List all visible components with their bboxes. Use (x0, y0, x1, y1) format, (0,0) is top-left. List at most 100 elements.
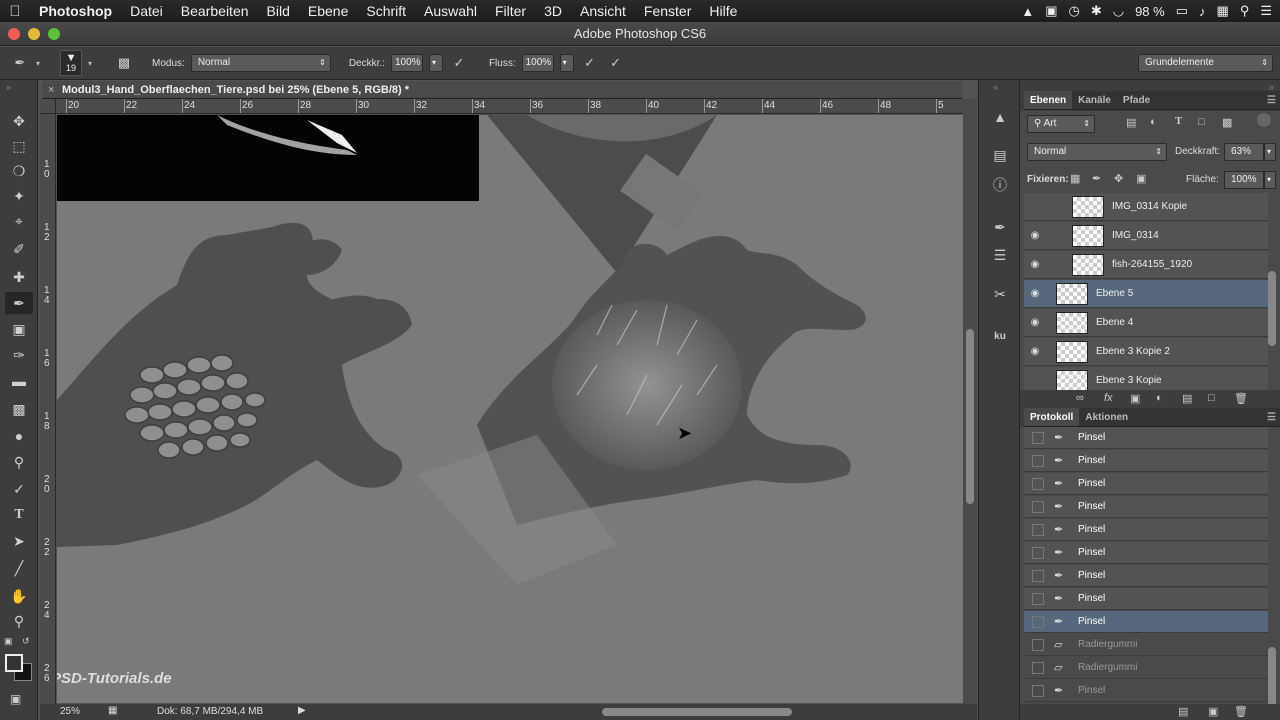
delete-layer-icon[interactable]: 🗑 (1234, 392, 1248, 405)
layer-thumbnail[interactable] (1056, 369, 1088, 392)
history-state[interactable]: ✒ Pinsel (1024, 565, 1268, 587)
quick-mask-icon[interactable]: ▣ (10, 692, 21, 706)
quick-selection-tool-icon[interactable]: ✦ (5, 185, 33, 207)
spotlight-search-icon[interactable]: ⚲ (1240, 3, 1250, 19)
snapshot-source-checkbox[interactable] (1032, 523, 1044, 536)
adobe-status-icon[interactable]: ▲ (1021, 4, 1034, 19)
filter-shape-icon[interactable]: □ (1198, 116, 1205, 128)
layer-name[interactable]: Ebene 4 (1096, 317, 1133, 328)
document-info-icon[interactable]: ▦ (108, 705, 117, 716)
notification-list-icon[interactable]: ☰ (1260, 3, 1272, 19)
layer-name[interactable]: Ebene 3 Kopie 2 (1096, 346, 1170, 357)
volume-icon[interactable]: ♪ (1199, 4, 1206, 19)
layer-row[interactable]: ◉ fish-264155_1920 (1024, 251, 1268, 279)
canvas-vertical-scrollbar[interactable] (963, 99, 977, 704)
properties-icon[interactable]: ☰ (987, 244, 1013, 266)
lock-all-icon[interactable]: ▣ (1136, 172, 1146, 185)
eyedropper-tool-icon[interactable]: ✐ (5, 238, 33, 260)
snapshot-source-checkbox[interactable] (1032, 569, 1044, 582)
snapshot-source-checkbox[interactable] (1032, 500, 1044, 513)
marquee-tool-icon[interactable]: ⬚ (5, 135, 33, 157)
move-tool-icon[interactable]: ✥ (5, 110, 33, 132)
airbrush-icon[interactable]: ✓ (580, 53, 600, 73)
layer-name[interactable]: IMG_0314 Kopie (1112, 201, 1187, 212)
tool-presets-icon[interactable]: ✂ (987, 283, 1013, 305)
history-state[interactable]: ✒ Pinsel (1024, 588, 1268, 610)
tab-paths[interactable]: Pfade (1117, 91, 1156, 109)
strip-collapse-icon[interactable]: « (993, 82, 998, 92)
layer-thumbnail[interactable] (1056, 282, 1088, 305)
layer-row[interactable]: ◉ IMG_0314 (1024, 222, 1268, 250)
layer-opacity-input[interactable]: 63% (1224, 143, 1264, 161)
layer-opacity-dropdown-icon[interactable]: ▾ (1264, 143, 1276, 161)
toolbox-collapse-icon[interactable]: » (6, 82, 11, 92)
flow-dropdown-icon[interactable]: ▾ (559, 54, 574, 72)
layer-thumbnail[interactable] (1072, 224, 1104, 247)
brush-size-arrow-icon[interactable]: ▾ (88, 59, 92, 68)
history-state[interactable]: ▱ Radiergummi (1024, 634, 1268, 656)
zoom-window-button[interactable] (48, 28, 60, 40)
tab-layers[interactable]: Ebenen (1024, 91, 1073, 109)
history-state[interactable]: ✒ Pinsel (1024, 680, 1268, 702)
tab-history[interactable]: Protokoll (1024, 408, 1080, 426)
info-icon[interactable]: ⓘ (987, 174, 1013, 196)
horizontal-ruler[interactable]: 20 22 24 26 28 30 32 34 36 38 40 42 44 46 48 5 (56, 99, 963, 114)
wifi-icon[interactable]: ◡ (1113, 3, 1124, 19)
history-scroll-thumb[interactable] (1268, 647, 1276, 707)
lasso-tool-icon[interactable]: ❍ (5, 160, 33, 182)
history-brush-tool-icon[interactable]: ✑ (5, 344, 33, 366)
brush-tool-icon[interactable]: ✒ (5, 292, 33, 314)
visibility-eye-icon[interactable]: ◉ (1024, 230, 1046, 241)
camera-icon[interactable]: ▣ (1045, 3, 1057, 19)
layers-panel-menu-icon[interactable]: ☰ (1267, 91, 1276, 110)
new-group-icon[interactable]: ▤ (1182, 392, 1192, 405)
history-state[interactable]: ✒ Pinsel (1024, 496, 1268, 518)
horizontal-scroll-thumb[interactable] (602, 708, 792, 716)
pressure-size-icon[interactable]: ✓ (606, 53, 626, 73)
history-state[interactable]: ✒ Pinsel (1024, 519, 1268, 541)
zoom-level[interactable]: 25% (60, 706, 80, 717)
history-state[interactable]: ✒ Pinsel (1024, 473, 1268, 495)
gradient-tool-icon[interactable]: ▩ (5, 398, 33, 420)
vertical-ruler[interactable]: 1 0 1 2 1 4 1 6 1 8 2 0 2 2 2 4 2 6 (40, 114, 56, 704)
eraser-tool-icon[interactable]: ▬ (5, 370, 33, 392)
snapshot-source-checkbox[interactable] (1032, 592, 1044, 605)
menu-schrift[interactable]: Schrift (357, 3, 415, 19)
layer-name[interactable]: Ebene 5 (1096, 288, 1133, 299)
filter-toggle-icon[interactable] (1257, 113, 1271, 127)
menu-datei[interactable]: Datei (121, 3, 172, 19)
snapshot-source-checkbox[interactable] (1032, 638, 1044, 651)
mini-bridge-icon[interactable]: ▲ (987, 106, 1013, 128)
history-state[interactable]: ✒ Pinsel (1024, 611, 1268, 633)
snapshot-source-checkbox[interactable] (1032, 684, 1044, 697)
adjustments-icon[interactable]: ▤ (987, 144, 1013, 166)
tab-actions[interactable]: Aktionen (1079, 408, 1134, 426)
history-state[interactable]: ✒ Pinsel (1024, 427, 1268, 449)
close-document-icon[interactable]: × (48, 81, 54, 99)
visibility-eye-icon[interactable]: ◉ (1024, 288, 1046, 299)
menu-3d[interactable]: 3D (535, 3, 571, 19)
filter-pixel-icon[interactable]: ▤ (1126, 116, 1136, 129)
default-colors-icon[interactable]: ▣ (4, 636, 13, 647)
line-tool-icon[interactable]: ╱ (5, 557, 33, 579)
delete-state-icon[interactable]: 🗑 (1234, 705, 1248, 718)
fill-dropdown-icon[interactable]: ▾ (1264, 171, 1276, 189)
document-canvas[interactable]: ➤ PSD-Tutorials.de (57, 115, 963, 703)
calendar-icon[interactable]: ▦ (1217, 3, 1229, 19)
tab-channels[interactable]: Kanäle (1072, 91, 1117, 109)
add-mask-icon[interactable]: ▣ (1130, 392, 1140, 405)
layer-filter-select[interactable]: ⚲ Art ⇕ (1027, 115, 1095, 133)
menu-ansicht[interactable]: Ansicht (571, 3, 635, 19)
menu-bild[interactable]: Bild (258, 3, 299, 19)
menu-ebene[interactable]: Ebene (299, 3, 357, 19)
snapshot-source-checkbox[interactable] (1032, 454, 1044, 467)
visibility-eye-icon[interactable]: ◉ (1024, 346, 1046, 357)
menu-auswahl[interactable]: Auswahl (415, 3, 486, 19)
document-tab[interactable]: × Modul3_Hand_Oberflaechen_Tiere.psd bei… (42, 81, 962, 99)
menu-filter[interactable]: Filter (486, 3, 535, 19)
layers-scroll-thumb[interactable] (1268, 271, 1276, 346)
history-panel-menu-icon[interactable]: ☰ (1267, 408, 1276, 427)
lock-transparency-icon[interactable]: ▦ (1070, 172, 1080, 185)
type-tool-icon[interactable]: T (5, 504, 33, 526)
healing-brush-tool-icon[interactable]: ✚ (5, 266, 33, 288)
